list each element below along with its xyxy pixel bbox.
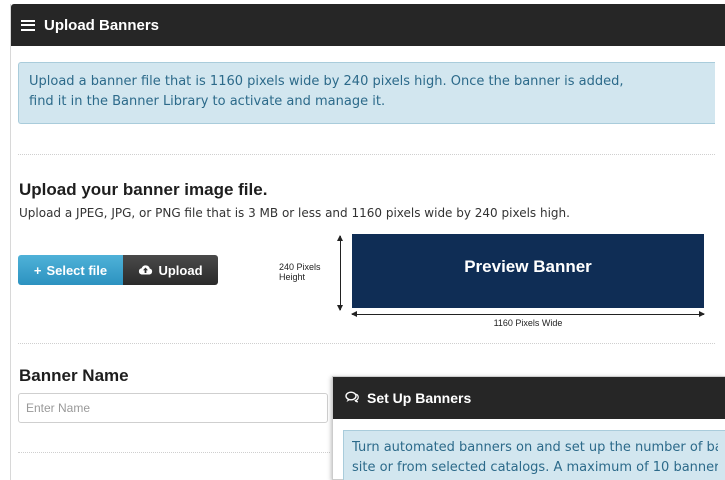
set-up-banners-popup: Set Up Banners Turn automated banners on… [332, 376, 725, 480]
height-dimension-label: 240 Pixels Height [279, 262, 321, 282]
divider [18, 343, 715, 344]
height-label-line-1: 240 Pixels [279, 262, 321, 272]
info-line-1: Upload a banner file that is 1160 pixels… [29, 74, 624, 89]
upload-button[interactable]: Upload [123, 255, 218, 285]
popup-title: Set Up Banners [367, 390, 472, 406]
menu-icon[interactable] [21, 19, 35, 31]
upload-label: Upload [158, 262, 203, 278]
popup-info-message: Turn automated banners on and set up the… [343, 430, 725, 480]
banner-name-title: Banner Name [19, 366, 129, 385]
cloud-upload-icon [138, 263, 153, 278]
info-line-2: find it in the Banner Library to activat… [29, 94, 386, 109]
banner-name-placeholder: Enter Name [26, 401, 91, 415]
height-arrow [337, 235, 343, 311]
panel-title: Upload Banners [44, 16, 160, 34]
upload-button-group: + Select file Upload [18, 255, 218, 285]
panel-header: Upload Banners [11, 4, 725, 46]
width-dimension-label: 1160 Pixels Wide [493, 318, 563, 328]
height-label-line-2: Height [279, 272, 306, 282]
banner-name-input[interactable]: Enter Name [18, 393, 328, 423]
divider [18, 452, 330, 453]
preview-banner: Preview Banner [352, 234, 704, 308]
chat-icon [345, 390, 359, 406]
select-file-label: Select file [46, 262, 108, 278]
popup-info-line-2: site or from selected catalogs. A maximu… [352, 460, 718, 475]
plus-icon: + [33, 262, 42, 278]
width-arrow [351, 311, 705, 317]
info-message: Upload a banner file that is 1160 pixels… [18, 62, 715, 124]
upload-section-title: Upload your banner image file. [19, 180, 268, 199]
popup-info-line-1: Turn automated banners on and set up the… [352, 440, 718, 455]
divider [18, 154, 715, 155]
popup-header: Set Up Banners [333, 377, 725, 419]
preview-banner-label: Preview Banner [464, 257, 592, 276]
upload-section-description: Upload a JPEG, JPG, or PNG file that is … [19, 206, 570, 220]
select-file-button[interactable]: + Select file [18, 255, 123, 285]
